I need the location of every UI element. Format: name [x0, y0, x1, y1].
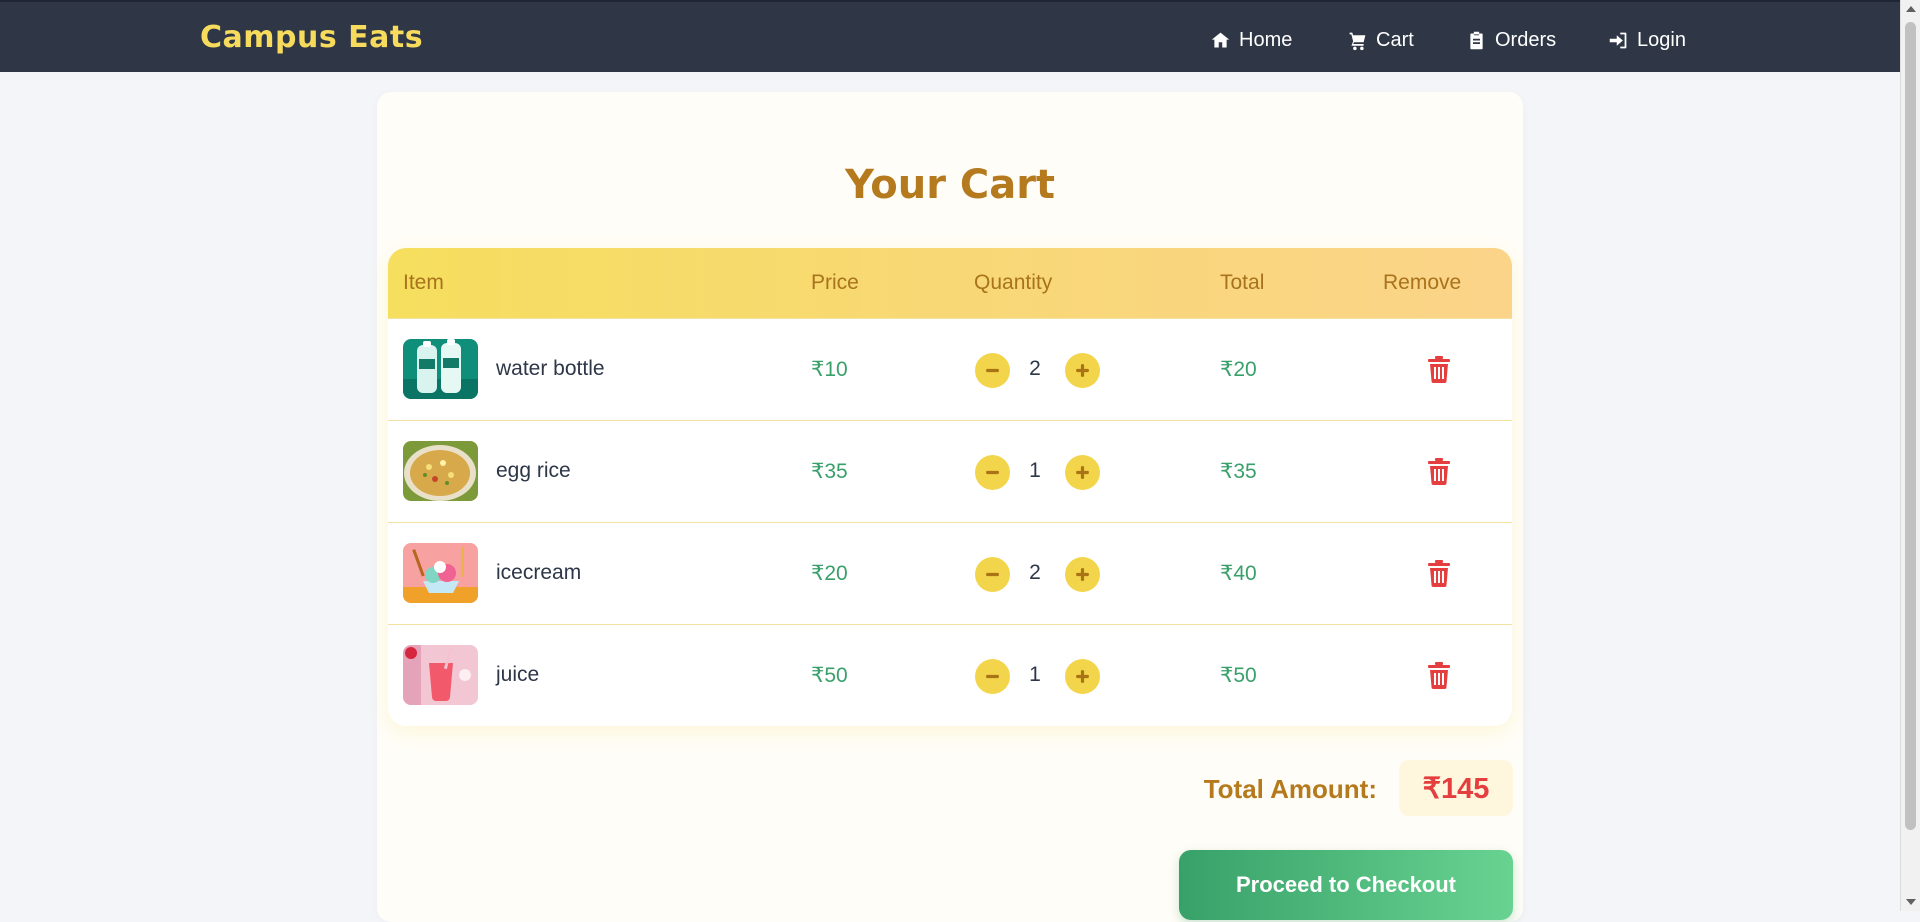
- trash-icon: [1428, 458, 1450, 485]
- plus-icon: [1076, 364, 1089, 377]
- item-total: ₹50: [1220, 664, 1257, 687]
- decrease-quantity-button[interactable]: [975, 455, 1010, 490]
- column-header-item: Item: [403, 271, 444, 294]
- plus-icon: [1076, 568, 1089, 581]
- decrease-quantity-button[interactable]: [975, 353, 1010, 388]
- page-scrollbar[interactable]: [1900, 0, 1920, 911]
- scroll-down-arrow-icon[interactable]: [1906, 899, 1916, 905]
- scroll-thumb[interactable]: [1905, 22, 1916, 830]
- item-total: ₹35: [1220, 460, 1257, 483]
- page-title: Your Cart: [844, 162, 1056, 208]
- egg-rice-image: [403, 441, 478, 501]
- brand-logo[interactable]: Campus Eats: [200, 20, 423, 55]
- scroll-up-arrow-icon[interactable]: [1906, 6, 1916, 12]
- increase-quantity-button[interactable]: [1065, 659, 1100, 694]
- remove-item-button[interactable]: [1428, 662, 1450, 689]
- item-price: ₹50: [811, 664, 848, 687]
- minus-icon: [986, 674, 999, 679]
- clipboard-icon: [1470, 31, 1483, 49]
- cart-icon: [1349, 32, 1366, 50]
- total-amount-value: ₹145: [1399, 760, 1513, 816]
- quantity-value: 2: [1029, 357, 1041, 380]
- water-bottle-image: [403, 339, 478, 399]
- plus-icon: [1076, 466, 1089, 479]
- column-header-price: Price: [811, 271, 859, 294]
- icecream-image: [403, 543, 478, 603]
- table-row: egg rice ₹35 1 ₹35: [388, 420, 1512, 522]
- column-header-total: Total: [1220, 271, 1265, 294]
- item-total: ₹40: [1220, 562, 1257, 585]
- proceed-to-checkout-button[interactable]: Proceed to Checkout: [1179, 850, 1513, 920]
- item-name: juice: [496, 663, 540, 686]
- item-total: ₹20: [1220, 358, 1257, 381]
- quantity-value: 2: [1029, 561, 1041, 584]
- item-price: ₹10: [811, 358, 848, 381]
- increase-quantity-button[interactable]: [1065, 455, 1100, 490]
- trash-icon: [1428, 560, 1450, 587]
- nav-login-link[interactable]: Login: [1608, 26, 1686, 54]
- increase-quantity-button[interactable]: [1065, 557, 1100, 592]
- juice-image: [403, 645, 478, 705]
- nav-orders-label: Orders: [1495, 28, 1557, 51]
- navbar: Campus Eats Home Cart Orders Login: [0, 0, 1900, 72]
- minus-icon: [986, 470, 999, 475]
- nav-orders-link[interactable]: Orders: [1466, 26, 1556, 54]
- nav-login-label: Login: [1637, 28, 1686, 51]
- table-header: Item Price Quantity Total Remove: [388, 248, 1512, 318]
- cart-card: Your Cart Item Price Quantity Total Remo…: [377, 92, 1523, 922]
- table-row: icecream ₹20 2 ₹40: [388, 522, 1512, 624]
- minus-icon: [986, 368, 999, 373]
- table-row: juice ₹50 1 ₹50: [388, 624, 1512, 726]
- remove-item-button[interactable]: [1428, 560, 1450, 587]
- trash-icon: [1428, 356, 1450, 383]
- nav-cart-label: Cart: [1376, 28, 1414, 51]
- home-icon: [1211, 32, 1230, 47]
- table-row: water bottle ₹10 2 ₹20: [388, 318, 1512, 420]
- item-name: water bottle: [496, 357, 605, 380]
- column-header-remove: Remove: [1383, 271, 1462, 294]
- cart-table: Item Price Quantity Total Remove water b…: [388, 248, 1512, 726]
- column-header-quantity: Quantity: [974, 271, 1053, 294]
- total-amount-label: Total Amount:: [1203, 774, 1377, 804]
- remove-item-button[interactable]: [1428, 458, 1450, 485]
- plus-icon: [1076, 670, 1089, 683]
- login-icon: [1609, 32, 1627, 48]
- quantity-value: 1: [1029, 663, 1041, 686]
- item-name: icecream: [496, 561, 582, 584]
- quantity-value: 1: [1029, 459, 1041, 482]
- minus-icon: [986, 572, 999, 577]
- trash-icon: [1428, 662, 1450, 689]
- decrease-quantity-button[interactable]: [975, 659, 1010, 694]
- item-price: ₹20: [811, 562, 848, 585]
- decrease-quantity-button[interactable]: [975, 557, 1010, 592]
- nav-cart-link[interactable]: Cart: [1347, 26, 1414, 54]
- nav-home-link[interactable]: Home: [1210, 26, 1292, 54]
- remove-item-button[interactable]: [1428, 356, 1450, 383]
- nav-home-label: Home: [1239, 28, 1293, 51]
- item-price: ₹35: [811, 460, 848, 483]
- increase-quantity-button[interactable]: [1065, 353, 1100, 388]
- item-name: egg rice: [496, 459, 571, 482]
